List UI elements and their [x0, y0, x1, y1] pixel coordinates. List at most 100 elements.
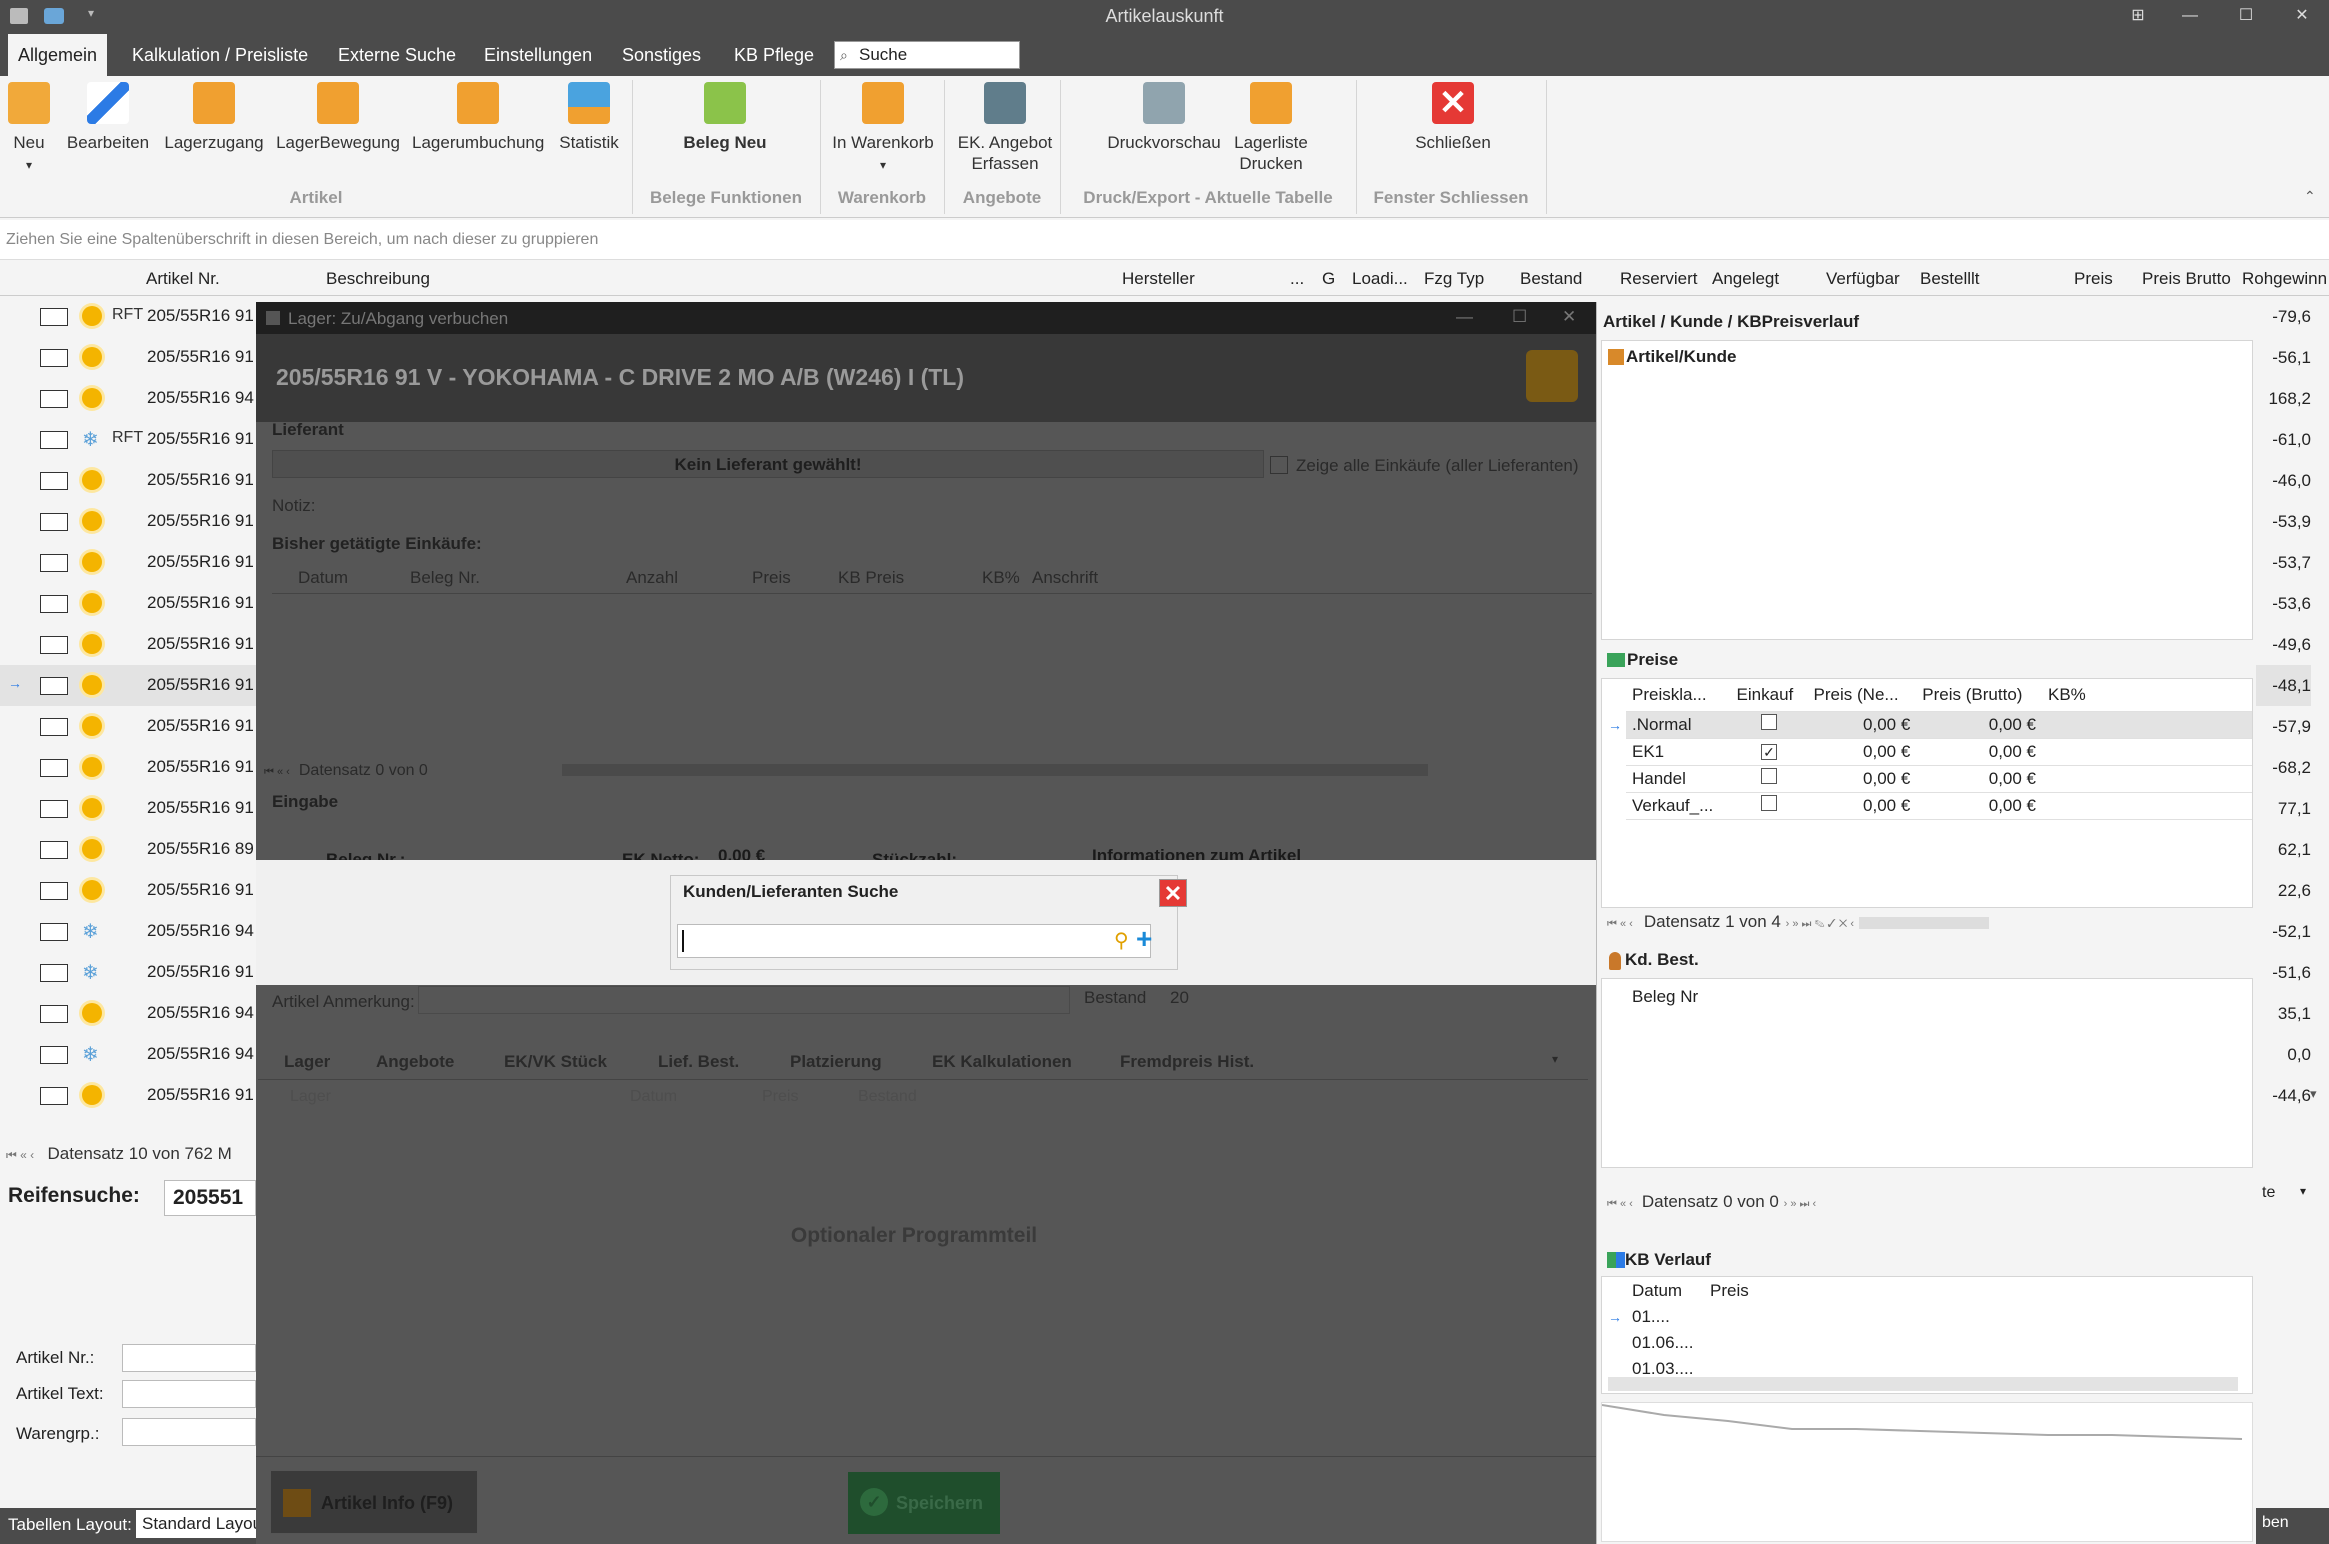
preise-row[interactable]: Handel 0,00 €0,00 € [1626, 765, 2252, 793]
kb-col-datum[interactable]: Datum [1632, 1281, 1682, 1301]
col-loadi[interactable]: Loadi... [1352, 269, 1408, 289]
dialog-minimize-button[interactable]: — [1456, 307, 1473, 327]
tab-fremdpreis-hist[interactable]: Fremdpreis Hist. [1120, 1052, 1254, 1072]
table-row[interactable]: ❄ 205/55R16 94 [0, 1034, 260, 1075]
search-dialog-close-button[interactable]: ✕ [1159, 879, 1187, 907]
col-bestellt[interactable]: Bestelllt [1920, 269, 1980, 289]
kb-row-date[interactable]: 01.... [1632, 1307, 1670, 1327]
table-row[interactable]: 205/55R16 89 [0, 829, 260, 870]
preise-col[interactable]: KB% [2042, 679, 2252, 712]
preise-scrollbar[interactable] [1858, 916, 1989, 929]
maximize-button[interactable]: ☐ [2232, 4, 2260, 28]
tab-externe-suche[interactable]: Externe Suche [328, 34, 466, 76]
minimize-button[interactable]: — [2176, 4, 2204, 28]
table-row[interactable]: 205/55R16 91 [0, 460, 260, 501]
row-checkbox[interactable] [40, 472, 68, 490]
preise-col[interactable]: Preis (Ne... [1807, 679, 1917, 712]
col-anzahl[interactable]: Anzahl [626, 568, 678, 588]
tab-lief-best[interactable]: Lief. Best. [658, 1052, 739, 1072]
table-row[interactable]: 205/55R16 91 [0, 788, 260, 829]
col-hersteller[interactable]: Hersteller [1122, 269, 1195, 289]
col-preis-brutto[interactable]: Preis Brutto [2142, 269, 2231, 289]
artikel-text-input[interactable] [122, 1380, 256, 1408]
einkauf-cell[interactable] [1730, 765, 1808, 793]
statistik-button[interactable]: Statistik [554, 82, 624, 153]
col-beleg-nr[interactable]: Beleg Nr. [410, 568, 480, 588]
side-dropdown-icon[interactable]: ▾ [2300, 1184, 2306, 1198]
search-icon[interactable]: ⚲ [1114, 928, 1129, 953]
lagerzugang-button[interactable]: Lagerzugang [162, 82, 266, 153]
table-row[interactable]: 205/55R16 91 [0, 542, 260, 583]
in-warenkorb-button[interactable]: In Warenkorb ▾ [830, 82, 936, 176]
row-checkbox[interactable] [40, 882, 68, 900]
col-bestand[interactable]: Bestand [1520, 269, 1582, 289]
row-checkbox[interactable] [40, 964, 68, 982]
table-row[interactable]: 205/55R16 91 [0, 583, 260, 624]
table-row[interactable]: 205/55R16 94 [0, 993, 260, 1034]
row-checkbox[interactable] [40, 800, 68, 818]
dialog-maximize-button[interactable]: ☐ [1512, 307, 1527, 327]
col-fzg-typ[interactable]: Fzg Typ [1424, 269, 1484, 289]
row-checkbox[interactable] [40, 349, 68, 367]
table-row[interactable]: ❄ RFT 205/55R16 91 [0, 419, 260, 460]
table-row[interactable]: 205/55R16 91 [0, 706, 260, 747]
add-icon[interactable]: + [1136, 923, 1152, 955]
lieferant-field[interactable]: Kein Lieferant gewählt! [272, 450, 1264, 478]
col-anschrift[interactable]: Anschrift [1032, 568, 1098, 588]
col-artikel-nr[interactable]: Artikel Nr. [146, 269, 220, 289]
druckvorschau-button[interactable]: Druckvorschau [1104, 82, 1224, 153]
search-input[interactable]: ⌕ Suche [834, 41, 1020, 69]
group-hint-bar[interactable]: Ziehen Sie eine Spaltenüberschrift in di… [0, 220, 2329, 260]
tabs-dropdown-icon[interactable]: ▾ [1552, 1052, 1558, 1066]
table-row[interactable]: ❄ 205/55R16 91 [0, 952, 260, 993]
row-checkbox[interactable] [40, 390, 68, 408]
bearbeiten-button[interactable]: Bearbeiten [66, 82, 150, 153]
row-checkbox[interactable] [40, 1046, 68, 1064]
schliessen-button[interactable]: ✕ Schließen [1404, 82, 1502, 153]
row-checkbox[interactable] [40, 308, 68, 326]
einkauf-checkbox[interactable]: ✓ [1761, 743, 1778, 760]
artikel-nr-input[interactable] [122, 1344, 256, 1372]
preise-row[interactable]: EK1 ✓ 0,00 €0,00 € [1626, 738, 2252, 766]
einkauf-cell[interactable]: ✓ [1730, 738, 1808, 766]
row-checkbox[interactable] [40, 677, 68, 695]
row-checkbox[interactable] [40, 431, 68, 449]
kb-scrollbar[interactable] [1608, 1377, 2238, 1391]
zeige-alle-checkbox[interactable] [1270, 456, 1288, 474]
table-row[interactable]: → 205/55R16 91 [0, 665, 260, 706]
row-checkbox[interactable] [40, 923, 68, 941]
lagerliste-drucken-button[interactable]: Lagerliste Drucken [1226, 82, 1316, 174]
preise-row[interactable]: Verkauf_... 0,00 €0,00 € [1626, 792, 2252, 820]
tab-einstellungen[interactable]: Einstellungen [474, 34, 602, 76]
preise-col[interactable]: Einkauf [1730, 679, 1808, 712]
ek-netto-value[interactable]: 0,00 € [718, 846, 765, 860]
col-verfuegbar[interactable]: Verfügbar [1826, 269, 1900, 289]
ribbon-collapse-icon[interactable]: ⌃ [2304, 188, 2316, 205]
lagerbewegung-button[interactable]: LagerBewegung [276, 82, 400, 153]
col-datum[interactable]: Datum [298, 568, 348, 588]
anmerkung-input[interactable] [418, 986, 1070, 1014]
col-angelegt[interactable]: Angelegt [1712, 269, 1779, 289]
table-row[interactable]: RFT 205/55R16 91 [0, 296, 260, 337]
tab-angebote[interactable]: Angebote [376, 1052, 454, 1072]
nav-first-icon[interactable]: ⏮ « ‹ [6, 1148, 37, 1162]
dialog-close-button[interactable]: ✕ [1562, 307, 1576, 327]
row-checkbox[interactable] [40, 554, 68, 572]
nav-buttons-icon[interactable]: ⏮ « ‹ [1607, 1198, 1636, 1210]
table-row[interactable]: 205/55R16 91 [0, 337, 260, 378]
einkauf-cell[interactable] [1730, 711, 1808, 739]
table-row[interactable]: 205/55R16 91 [0, 1075, 260, 1116]
einkauf-checkbox[interactable] [1761, 795, 1778, 811]
tab-kalkulation[interactable]: Kalkulation / Preisliste [122, 34, 318, 76]
tab-ek-kalkulationen[interactable]: EK Kalkulationen [932, 1052, 1072, 1072]
tab-ek-vk-stueck[interactable]: EK/VK Stück [504, 1052, 607, 1072]
kb-row-date[interactable]: 01.06.... [1632, 1333, 1693, 1353]
row-checkbox[interactable] [40, 513, 68, 531]
customer-search-input[interactable]: ⚲ + [677, 923, 1152, 958]
row-checkbox[interactable] [40, 1087, 68, 1105]
preise-col[interactable]: Preis (Brutto) [1916, 679, 2042, 712]
col-beschreibung[interactable]: Beschreibung [326, 269, 430, 289]
kb-row-date[interactable]: 01.03.... [1632, 1359, 1693, 1375]
row-checkbox[interactable] [40, 718, 68, 736]
col-g[interactable]: G [1322, 269, 1335, 289]
